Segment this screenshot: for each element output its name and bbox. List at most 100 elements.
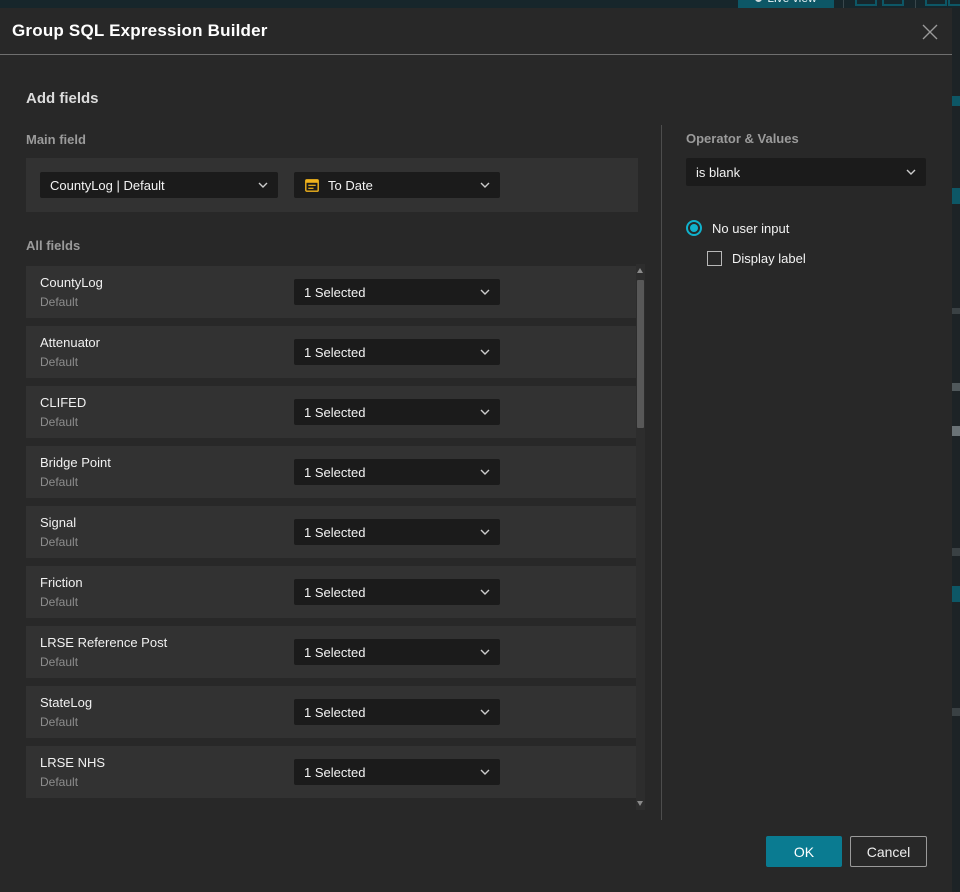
field-selection-value: 1 Selected — [304, 764, 366, 780]
main-field-select[interactable]: CountyLog | Default — [40, 172, 278, 198]
toolbar-divider — [915, 0, 916, 8]
no-user-input-label: No user input — [712, 220, 790, 236]
field-name: Friction — [40, 575, 83, 590]
display-label-checkbox[interactable]: Display label — [707, 251, 806, 266]
panel-divider — [661, 125, 662, 820]
field-selection-value: 1 Selected — [304, 464, 366, 480]
field-row: CountyLog Default 1 Selected — [26, 266, 638, 318]
field-selection-select[interactable]: 1 Selected — [294, 639, 500, 665]
calendar-icon — [305, 179, 319, 192]
scroll-down-arrow-icon[interactable] — [637, 801, 643, 806]
chevron-down-icon — [258, 182, 268, 188]
field-selection-value: 1 Selected — [304, 704, 366, 720]
chevron-down-icon — [480, 649, 490, 655]
field-subtitle: Default — [40, 415, 79, 429]
field-subtitle: Default — [40, 655, 79, 669]
background-top-toolbar: Live view — [0, 0, 960, 8]
chevron-down-icon — [480, 709, 490, 715]
field-selection-value: 1 Selected — [304, 524, 366, 540]
field-selection-select[interactable]: 1 Selected — [294, 579, 500, 605]
field-subtitle: Default — [40, 775, 79, 789]
operator-select-value: is blank — [696, 164, 741, 180]
background-fragment — [952, 188, 960, 204]
field-subtitle: Default — [40, 595, 79, 609]
chevron-down-icon — [480, 409, 490, 415]
background-fragment — [952, 383, 960, 391]
field-name: LRSE Reference Post — [40, 635, 168, 650]
ok-button[interactable]: OK — [766, 836, 842, 867]
field-selection-value: 1 Selected — [304, 344, 366, 360]
field-row: Friction Default 1 Selected — [26, 566, 638, 618]
add-fields-heading: Add fields — [26, 90, 99, 107]
chevron-down-icon — [480, 589, 490, 595]
field-subtitle: Default — [40, 475, 79, 489]
chevron-down-icon — [480, 469, 490, 475]
field-name: LRSE NHS — [40, 755, 106, 770]
chevron-down-icon — [480, 289, 490, 295]
dialog-title: Group SQL Expression Builder — [12, 21, 268, 40]
field-name: Bridge Point — [40, 455, 111, 470]
field-name: Signal — [40, 515, 77, 530]
checkbox-unchecked-icon — [707, 251, 722, 266]
field-selection-select[interactable]: 1 Selected — [294, 519, 500, 545]
no-user-input-radio[interactable]: No user input — [686, 220, 789, 236]
chevron-down-icon — [480, 769, 490, 775]
background-right-edge — [952, 8, 960, 892]
background-fragment — [952, 308, 960, 314]
field-name: Attenuator — [40, 335, 100, 350]
group-sql-expression-builder-dialog: Group SQL Expression Builder Add fields … — [0, 8, 952, 892]
field-selection-select[interactable]: 1 Selected — [294, 759, 500, 785]
close-button[interactable] — [918, 20, 942, 44]
field-subtitle: Default — [40, 295, 79, 309]
field-row: Signal Default 1 Selected — [26, 506, 638, 558]
radio-selected-icon — [686, 220, 702, 236]
field-subtitle: Default — [40, 355, 79, 369]
live-view-dot-icon — [755, 0, 763, 2]
all-fields-list: CountyLog Default 1 Selected Attenuator … — [26, 266, 638, 806]
toolbar-button-icon — [948, 0, 960, 6]
field-selection-select[interactable]: 1 Selected — [294, 699, 500, 725]
all-fields-label: All fields — [26, 238, 81, 253]
field-selection-value: 1 Selected — [304, 404, 366, 420]
scroll-up-arrow-icon[interactable] — [637, 268, 643, 273]
live-view-button: Live view — [738, 0, 834, 8]
field-selection-select[interactable]: 1 Selected — [294, 279, 500, 305]
toolbar-button-icon — [855, 0, 877, 6]
date-type-select[interactable]: To Date — [294, 172, 500, 198]
field-selection-select[interactable]: 1 Selected — [294, 339, 500, 365]
field-selection-value: 1 Selected — [304, 584, 366, 600]
toolbar-button-icon — [882, 0, 904, 6]
main-field-select-value: CountyLog | Default — [50, 177, 165, 193]
toolbar-divider — [843, 0, 844, 8]
background-fragment — [952, 586, 960, 602]
field-row: LRSE Reference Post Default 1 Selected — [26, 626, 638, 678]
cancel-button[interactable]: Cancel — [850, 836, 927, 867]
field-row: StateLog Default 1 Selected — [26, 686, 638, 738]
field-name: CLIFED — [40, 395, 87, 410]
field-selection-select[interactable]: 1 Selected — [294, 399, 500, 425]
operator-select[interactable]: is blank — [686, 158, 926, 186]
field-row: LRSE NHS Default 1 Selected — [26, 746, 638, 798]
chevron-down-icon — [480, 182, 490, 188]
field-selection-value: 1 Selected — [304, 284, 366, 300]
background-fragment — [952, 548, 960, 556]
main-field-panel: CountyLog | Default To Date — [26, 158, 638, 212]
field-subtitle: Default — [40, 715, 79, 729]
field-name: StateLog — [40, 695, 93, 710]
background-fragment — [952, 96, 960, 106]
close-icon — [922, 24, 938, 40]
toolbar-button-icon — [925, 0, 947, 6]
chevron-down-icon — [906, 169, 916, 175]
scrollbar-thumb[interactable] — [637, 280, 644, 428]
main-field-label: Main field — [26, 132, 86, 147]
fields-list-scrollbar[interactable] — [636, 264, 645, 810]
dialog-header: Group SQL Expression Builder — [0, 8, 952, 55]
field-name: CountyLog — [40, 275, 103, 290]
live-view-label: Live view — [767, 0, 816, 5]
date-type-select-value: To Date — [328, 177, 373, 193]
background-fragment — [952, 426, 960, 436]
field-subtitle: Default — [40, 535, 79, 549]
operator-values-label: Operator & Values — [686, 131, 799, 146]
field-row: Bridge Point Default 1 Selected — [26, 446, 638, 498]
field-selection-select[interactable]: 1 Selected — [294, 459, 500, 485]
